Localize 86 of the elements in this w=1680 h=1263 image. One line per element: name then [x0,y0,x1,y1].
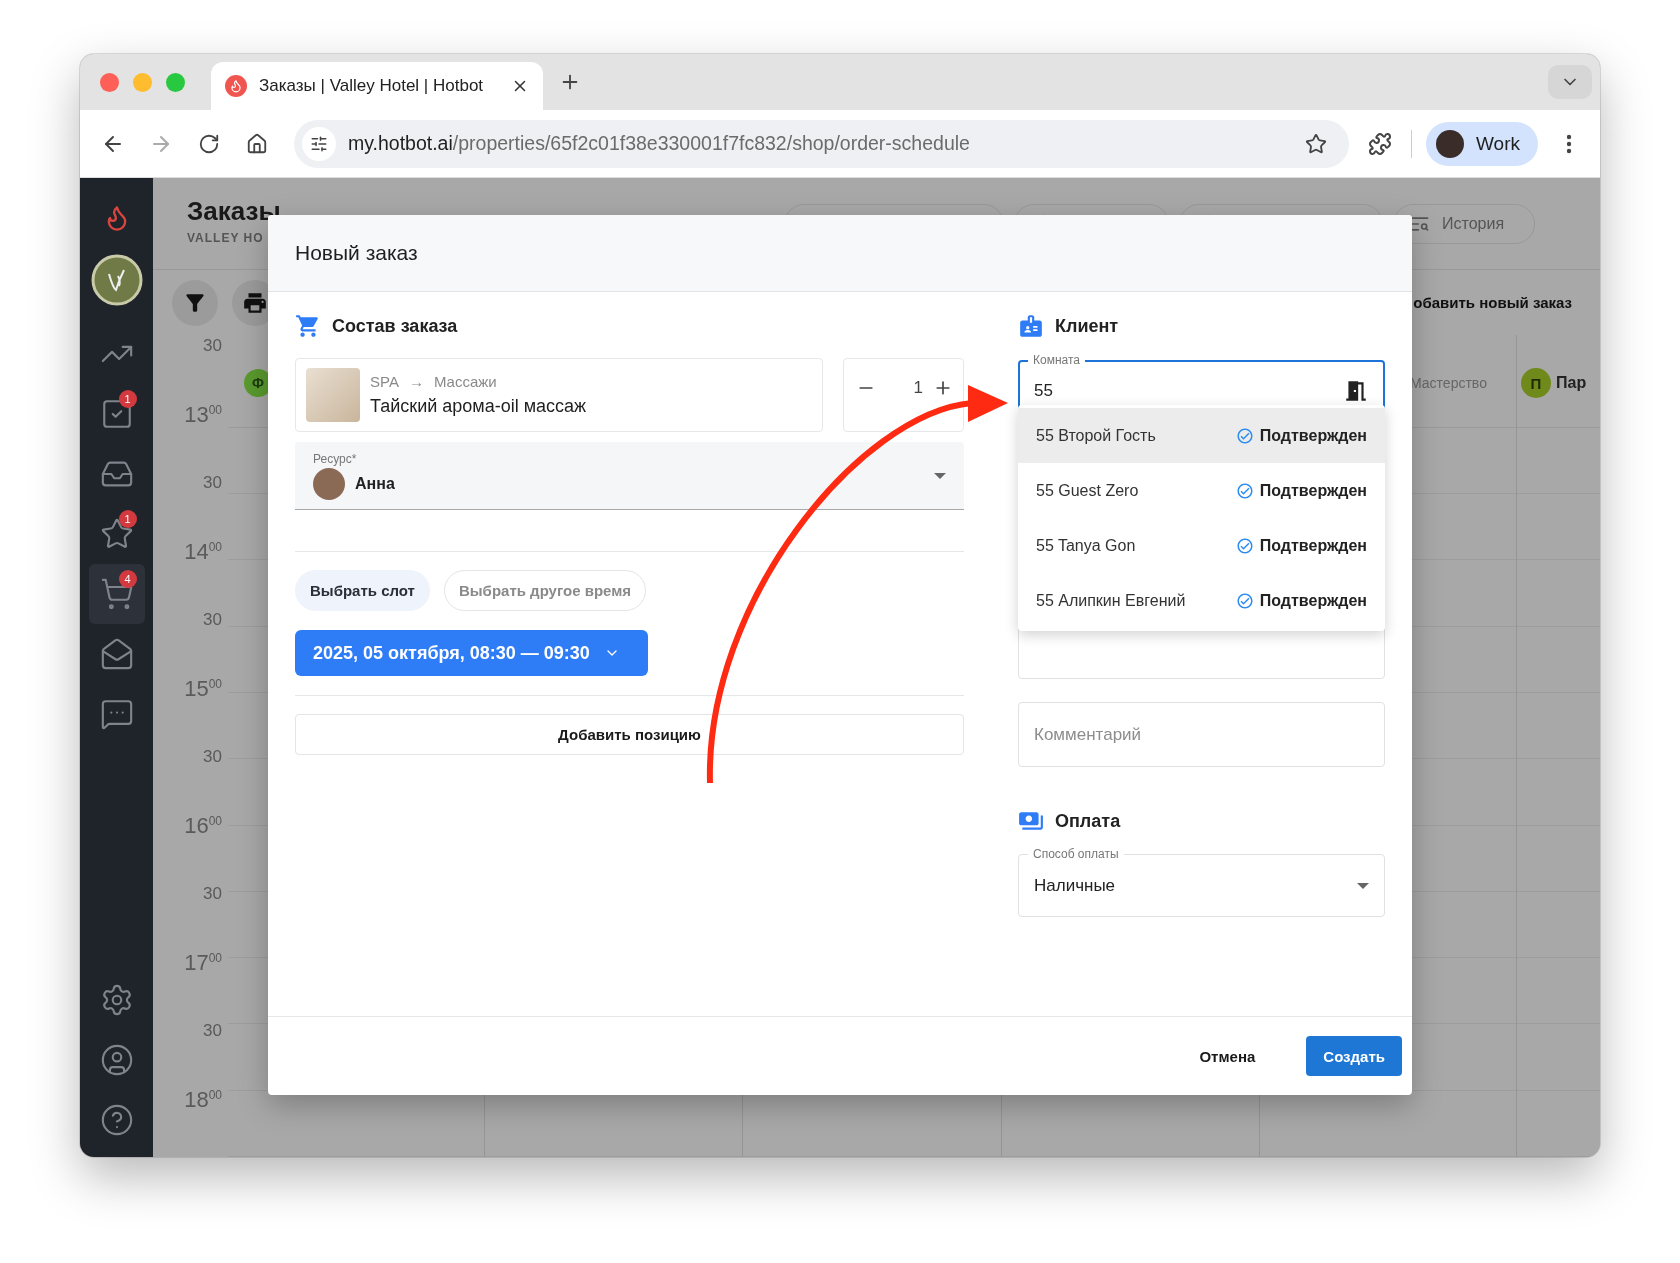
user-icon [99,1043,134,1077]
dialog-title: Новый заказ [295,241,418,265]
filter-button[interactable] [172,279,218,326]
address-bar[interactable]: my.hotbot.ai/properties/65f2c01f38e330001f7fc832/shop/order-schedule [294,119,1349,168]
time-label: 14$^{00}$ [184,540,222,566]
sliders-icon [310,134,328,153]
star-icon [99,517,134,551]
count-badge: 1 [118,390,137,408]
status-label: Подтвержден [1259,536,1367,555]
hotel-logo-icon [90,254,143,306]
resource-avatar: П [1521,368,1551,399]
time-label: 30 [203,883,222,905]
envelope-icon [99,637,134,671]
help-icon [99,1103,134,1137]
resource-name: Пар [1556,374,1587,393]
payment-method-select[interactable]: Способ оплаты Наличные [1018,846,1385,917]
sidebar-item[interactable]: 1 [88,384,145,444]
cancel-button[interactable]: Отмена [1182,1036,1273,1076]
field-value: Наличные [1034,875,1117,896]
section-title: Оплата [1055,810,1121,832]
time-label: 15$^{00}$ [184,677,222,703]
avatar-icon [313,467,345,500]
chat-icon [99,697,134,731]
guest-name: 55 Алипкин Евгений [1036,591,1187,610]
section-title: Состав заказа [332,315,458,337]
quantity-value: 1 [913,378,923,398]
field-value: 55 [1034,380,1054,401]
guest-option[interactable]: 55 Tanya Gon Подтвержден [1018,518,1385,573]
time-label: 16$^{00}$ [184,814,222,840]
time-label: 30 [203,746,222,768]
status-label: Подтвержден [1259,426,1367,445]
section-title: Клиент [1055,315,1119,337]
status-label: Подтвержден [1259,481,1367,500]
reload-icon [198,132,220,155]
guest-option[interactable]: 55 Алипкин Евгений Подтвержден [1018,573,1385,628]
time-label: 13$^{00}$ [184,403,222,429]
url-text: my.hotbot.ai/properties/65f2c01f38e330001f7fc832/shop/order-schedule [348,132,970,155]
profile-button[interactable]: Work [1426,121,1538,166]
time-label: 17$^{00}$ [184,951,222,977]
browser-tab[interactable]: Заказы | Valley Hotel | Hotbot [211,62,543,110]
id-card-icon [1018,313,1044,339]
field-label: Способ оплаты [1028,847,1124,861]
date-time-button[interactable]: 2025, 05 октября, 08:30 — 09:30 [295,630,648,676]
count-badge: 1 [118,510,137,528]
add-item-button[interactable]: Добавить позицию [295,714,964,755]
kebab-menu-icon [1566,133,1572,154]
time-label: 30 [203,1020,222,1042]
flame-icon [225,75,247,97]
field-label: Ресурс* [313,451,358,466]
cart-icon [295,313,321,339]
resource-select[interactable]: Ресурс* Анна [295,442,964,510]
resource-role: Мастерство [1410,375,1487,392]
time-label: 30 [203,609,222,631]
service-name: Тайский арома-oil массаж [370,396,587,417]
slot-mode-button[interactable]: Выбрать слот [295,570,430,611]
guest-option[interactable]: 55 Guest Zero Подтвержден [1018,463,1385,518]
page-subtitle: VALLEY HO [187,231,264,245]
dropdown-caret-icon [934,472,946,479]
cart-icon [99,577,134,611]
count-badge: 4 [118,570,137,588]
search-list-icon [1410,214,1430,234]
time-label: 18$^{00}$ [184,1088,222,1114]
guest-option[interactable]: 55 Второй Гость Подтвержден [1018,408,1385,463]
photo-placeholder [306,368,360,422]
site-settings-button[interactable] [302,126,336,161]
guest-name: 55 Tanya Gon [1036,536,1137,555]
puzzle-icon [1368,131,1392,156]
create-button[interactable]: Создать [1306,1036,1402,1076]
sidebar-item[interactable]: 1 [88,504,145,564]
comment-field[interactable]: Комментарий [1034,724,1369,745]
add-order-link[interactable]: обавить новый заказ [1413,294,1572,311]
sidebar-item[interactable]: 4 [88,564,145,624]
star-icon [1305,132,1327,155]
arrow-text: → [408,373,424,390]
home-icon [246,132,268,155]
time-label: 30 [203,335,222,357]
guest-name: 55 Guest Zero [1036,481,1140,500]
guest-name: 55 Второй Гость [1036,426,1157,445]
dropdown-caret-icon [1357,882,1369,889]
category-text: SPA [370,373,399,390]
avatar-icon [1436,129,1464,158]
time-label: 30 [203,472,222,494]
subcategory-text: Массажи [433,373,497,390]
field-value: Анна [355,474,395,493]
status-label: Подтвержден [1259,591,1367,610]
field-label: Комната [1028,353,1085,367]
